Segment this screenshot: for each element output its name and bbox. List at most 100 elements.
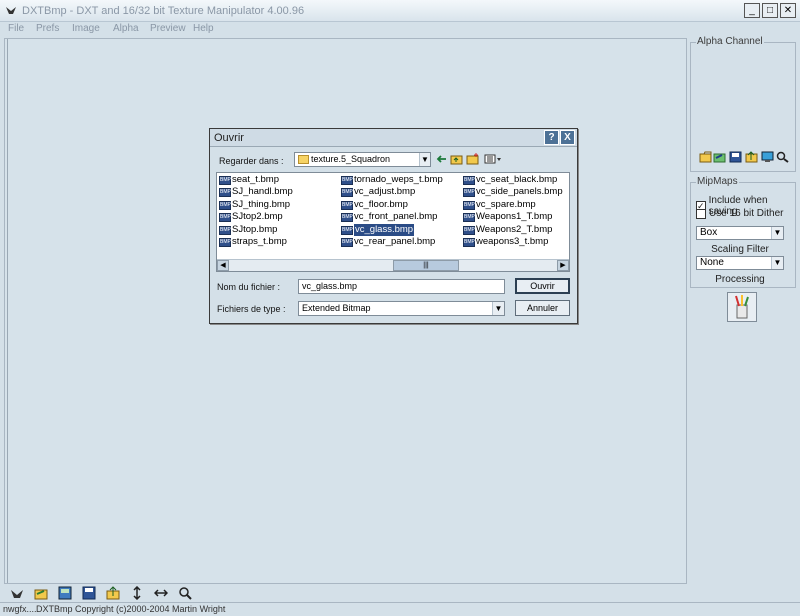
use-16bit-dither-row[interactable]: Use 16 bit Dither: [696, 208, 783, 219]
paint-button[interactable]: [727, 292, 757, 322]
bitmap-file-icon: BMP: [219, 225, 231, 235]
filetype-label: Fichiers de type :: [217, 304, 286, 314]
save-icon[interactable]: [729, 151, 742, 163]
save-green-icon[interactable]: [58, 586, 72, 600]
use-16bit-dither-checkbox[interactable]: [696, 208, 706, 219]
scaling-filter-value: Box: [700, 227, 718, 238]
processing-select[interactable]: None ▼: [696, 256, 784, 270]
dialog-help-button[interactable]: ?: [544, 130, 559, 145]
filetype-value: Extended Bitmap: [302, 303, 371, 313]
filetype-select[interactable]: Extended Bitmap ▼: [298, 301, 505, 316]
bitmap-file-icon: BMP: [341, 200, 353, 210]
alpha-channel-label: Alpha Channel: [696, 36, 764, 47]
export-icon[interactable]: [745, 151, 758, 163]
maximize-button[interactable]: □: [762, 3, 778, 18]
mipmaps-group: MipMaps ✓ Include when saving Use 16 bit…: [690, 176, 796, 288]
back-arrow-icon[interactable]: [435, 153, 448, 165]
horizontal-scrollbar[interactable]: ◀ ||| ▶: [217, 259, 569, 271]
view-menu-icon[interactable]: [484, 153, 502, 165]
open-button[interactable]: Ouvrir: [515, 278, 570, 294]
bitmap-file-icon: BMP: [463, 200, 475, 210]
list-item[interactable]: BMP seat_t.bmp: [219, 174, 279, 186]
monitor-icon[interactable]: [761, 151, 774, 163]
bitmap-file-icon: BMP: [219, 237, 231, 247]
new-folder-icon[interactable]: [466, 153, 479, 165]
app-icon: [6, 7, 16, 14]
open-folder-icon[interactable]: [699, 151, 712, 163]
bitmap-file-icon: BMP: [463, 225, 475, 235]
filename-label: Nom du fichier :: [217, 282, 281, 292]
list-item[interactable]: BMP Weapons2_T.bmp: [463, 224, 552, 236]
dialog-close-button[interactable]: X: [560, 130, 575, 145]
list-item[interactable]: BMP vc_rear_panel.bmp: [341, 236, 435, 248]
zoom-icon[interactable]: [776, 151, 789, 163]
alpha-channel-group: Alpha Channel: [690, 36, 796, 172]
list-item[interactable]: BMP vc_floor.bmp: [341, 199, 408, 211]
menu-image[interactable]: Image: [72, 23, 100, 34]
bitmap-file-icon: BMP: [219, 187, 231, 197]
list-item[interactable]: BMP SJ_thing.bmp: [219, 199, 290, 211]
list-item[interactable]: BMP weapons3_t.bmp: [463, 236, 548, 248]
scroll-thumb[interactable]: |||: [393, 260, 459, 271]
list-item-selected[interactable]: BMP vc_glass.bmp: [341, 224, 415, 236]
menu-preview[interactable]: Preview: [150, 23, 186, 34]
bitmap-file-icon: BMP: [463, 237, 475, 247]
file-list[interactable]: BMP seat_t.bmp BMP SJ_handl.bmp BMP SJ_thin…: [216, 172, 570, 272]
processing-label: Processing: [715, 274, 765, 285]
menu-alpha[interactable]: Alpha: [113, 23, 139, 34]
bitmap-file-icon: BMP: [341, 175, 353, 185]
bitmap-file-icon: BMP: [463, 187, 475, 197]
minimize-button[interactable]: _: [744, 3, 760, 18]
flip-vertical-icon[interactable]: [130, 586, 144, 600]
up-folder-icon[interactable]: [450, 153, 463, 165]
dialog-title-bar: Ouvrir ? X: [210, 129, 577, 147]
open-folder-icon[interactable]: [34, 586, 48, 600]
menu-help[interactable]: Help: [193, 23, 214, 34]
status-copyright: DXTBmp Copyright (c)2000-2004 Martin Wri…: [36, 604, 226, 614]
paintbrush-icon: [735, 295, 749, 319]
list-item[interactable]: BMP vc_front_panel.bmp: [341, 211, 437, 223]
bitmap-file-icon: BMP: [341, 225, 353, 235]
chevron-down-icon: ▼: [492, 302, 504, 315]
scroll-left-button[interactable]: ◀: [217, 260, 229, 271]
app-logo-icon[interactable]: [10, 586, 24, 600]
export-icon[interactable]: [106, 586, 120, 600]
folder-icon: [298, 155, 309, 164]
list-item[interactable]: BMP vc_side_panels.bmp: [463, 186, 563, 198]
workspace-divider: [7, 39, 11, 583]
close-button[interactable]: ✕: [780, 3, 796, 18]
scaling-filter-label: Scaling Filter: [711, 244, 769, 255]
list-item[interactable]: BMP SJ_handl.bmp: [219, 186, 293, 198]
status-bar: nwgfx.... DXTBmp Copyright (c)2000-2004 …: [0, 602, 800, 616]
chevron-down-icon: ▼: [419, 153, 430, 166]
bitmap-file-icon: BMP: [341, 237, 353, 247]
flip-horizontal-icon[interactable]: [154, 586, 168, 600]
menu-file[interactable]: File: [8, 23, 24, 34]
list-item[interactable]: BMP tornado_weps_t.bmp: [341, 174, 443, 186]
bitmap-file-icon: BMP: [463, 212, 475, 222]
look-in-select[interactable]: texture.5_Squadron ▼: [294, 152, 431, 167]
list-item[interactable]: BMP Weapons1_T.bmp: [463, 211, 552, 223]
open-green-icon[interactable]: [713, 151, 726, 163]
mipmaps-label: MipMaps: [696, 176, 739, 187]
bitmap-file-icon: BMP: [341, 212, 353, 222]
scaling-filter-select[interactable]: Box ▼: [696, 226, 784, 240]
filename-input[interactable]: vc_glass.bmp: [298, 279, 505, 294]
chevron-down-icon: ▼: [771, 227, 783, 239]
save-icon[interactable]: [82, 586, 96, 600]
list-item[interactable]: BMP vc_adjust.bmp: [341, 186, 415, 198]
menu-prefs[interactable]: Prefs: [36, 23, 59, 34]
processing-value: None: [700, 257, 724, 268]
list-item[interactable]: BMP straps_t.bmp: [219, 236, 287, 248]
open-dialog: Ouvrir ? X Regarder dans : texture.5_Squ…: [209, 128, 578, 324]
bitmap-file-icon: BMP: [219, 212, 231, 222]
list-item[interactable]: BMP SJtop2.bmp: [219, 211, 283, 223]
list-item[interactable]: BMP vc_spare.bmp: [463, 199, 536, 211]
list-item[interactable]: BMP SJtop.bmp: [219, 224, 277, 236]
bitmap-file-icon: BMP: [463, 175, 475, 185]
zoom-icon[interactable]: [178, 586, 192, 600]
cancel-button[interactable]: Annuler: [515, 300, 570, 316]
list-item[interactable]: BMP vc_seat_black.bmp: [463, 174, 557, 186]
bitmap-file-icon: BMP: [219, 200, 231, 210]
scroll-right-button[interactable]: ▶: [557, 260, 569, 271]
